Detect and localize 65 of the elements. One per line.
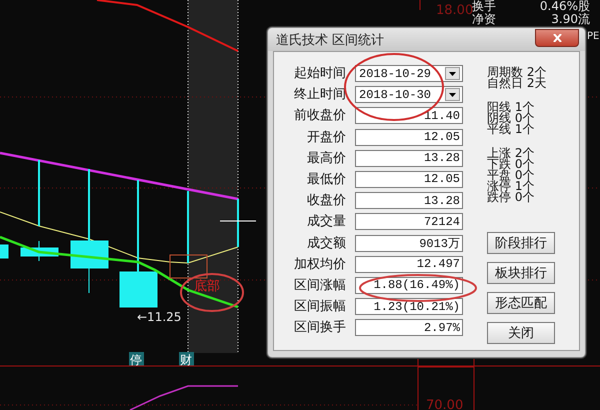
event-badge[interactable]: 财 <box>179 352 194 367</box>
value-field[interactable]: 12.05 <box>355 170 463 188</box>
field-label: 开盘价 <box>306 128 346 146</box>
stat-text: 上涨 2个 <box>487 148 536 159</box>
dialog-title: 道氏技术 区间统计 <box>276 32 384 48</box>
dropdown-button[interactable] <box>445 88 460 102</box>
candlestick <box>0 244 8 258</box>
close-icon <box>552 34 562 42</box>
close-button[interactable] <box>535 28 579 46</box>
field-label: 区间换手 <box>293 319 346 336</box>
field-label: 收盘价 <box>306 192 346 210</box>
field-label: 成交额 <box>306 234 346 252</box>
value-field[interactable]: 12.05 <box>355 128 463 146</box>
date-field[interactable]: 2018-10-30 <box>355 86 463 104</box>
caret-icon <box>449 92 456 97</box>
candlestick <box>237 199 239 247</box>
axis-label: 70.00 <box>426 398 464 410</box>
value-field[interactable]: 11.40 <box>355 107 463 124</box>
info-label: 流 <box>578 13 591 26</box>
stat-text: 涨停 1个 <box>487 181 536 192</box>
stat-text: 自然日 2天 <box>487 78 548 89</box>
candlestick <box>187 191 189 263</box>
info-label: 净资 <box>472 13 497 26</box>
stat-text: 周期数 2个 <box>487 67 548 78</box>
field-label: 终止时间 <box>293 86 346 104</box>
stat-text: 阳线 1个 <box>487 102 536 113</box>
field-label: 最低价 <box>306 170 346 188</box>
field-label: 前收盘价 <box>293 107 346 124</box>
field-label: 最高价 <box>306 150 346 167</box>
info-value: 3.90 <box>550 13 578 26</box>
value-field[interactable]: 1.23(10.21%) <box>355 298 463 316</box>
value-field[interactable]: 72124 <box>355 213 463 230</box>
stat-text: 阴线 0个 <box>487 113 536 124</box>
dialog-button[interactable]: 形态匹配 <box>487 292 555 314</box>
stat-text: 平盘 0个 <box>487 170 536 181</box>
info-label: PE <box>587 31 600 43</box>
value-field[interactable]: 1.88(16.49%) <box>355 276 463 294</box>
value-field[interactable]: 2.97% <box>355 319 463 336</box>
dialog-button[interactable]: 阶段排行 <box>487 232 555 254</box>
stat-text: 跌停 0个 <box>487 192 536 203</box>
selection-marker <box>170 254 208 278</box>
caret-icon <box>449 72 456 76</box>
value-field[interactable]: 13.28 <box>355 150 463 167</box>
field-label: 加权均价 <box>293 256 346 273</box>
field-label: 区间涨幅 <box>293 276 346 294</box>
low-price-marker: ←11.25 <box>137 310 182 324</box>
date-field[interactable]: 2018-10-29 <box>355 65 463 82</box>
value-field[interactable]: 13.28 <box>355 192 463 210</box>
dropdown-button[interactable] <box>445 67 460 80</box>
bottom-signal-label: 底部 <box>194 279 220 294</box>
dialog-button[interactable]: 关闭 <box>487 322 555 344</box>
info-label: 换手 <box>472 0 497 13</box>
annotation-ellipse <box>180 273 244 312</box>
field-label: 起始时间 <box>293 65 346 82</box>
axis-label: 18.00 <box>436 3 474 18</box>
dialog-button[interactable]: 板块排行 <box>487 262 555 284</box>
value-field[interactable]: 9013万 <box>355 234 463 252</box>
field-label: 区间振幅 <box>293 298 346 316</box>
stat-text: 下跌 0个 <box>487 159 536 170</box>
info-value: 0.46% <box>538 0 578 13</box>
event-badge[interactable]: 停 <box>129 352 144 367</box>
value-field[interactable]: 12.497 <box>355 256 463 273</box>
field-label: 成交量 <box>306 213 346 230</box>
info-label: 股 <box>578 0 591 13</box>
stat-text: 平线 1个 <box>487 124 536 135</box>
